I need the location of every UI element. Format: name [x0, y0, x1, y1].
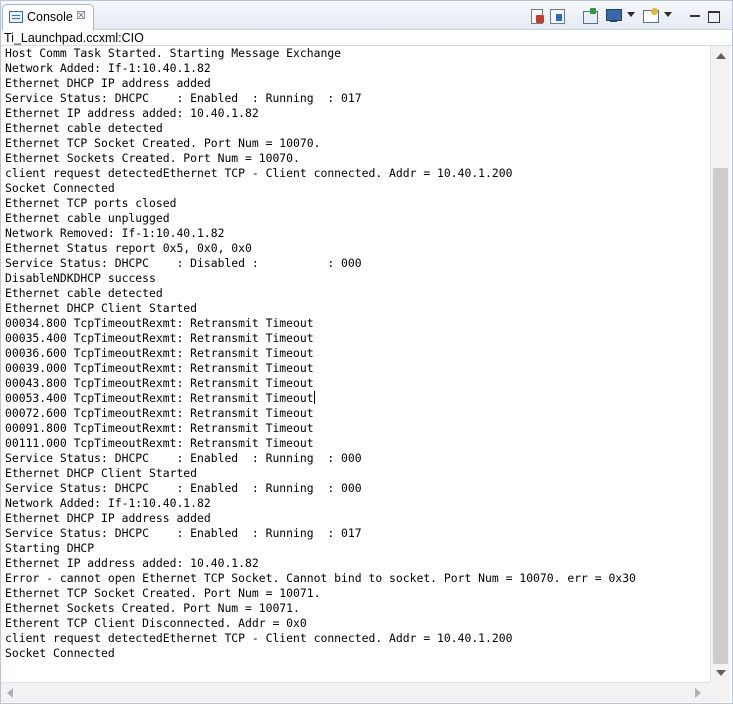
console-line: 00111.000 TcpTimeoutRexmt: Retransmit Ti…: [5, 436, 314, 450]
console-line: Ethernet Sockets Created. Port Num = 100…: [5, 151, 300, 165]
scroll-up-arrow-icon[interactable]: [716, 53, 726, 59]
console-line: Service Status: DHCPC : Enabled : Runnin…: [5, 91, 362, 105]
console-line: Host Comm Task Started. Starting Message…: [5, 46, 342, 60]
console-log[interactable]: Host Comm Task Started. Starting Message…: [5, 46, 636, 661]
maximize-icon[interactable]: [705, 7, 723, 25]
console-line: 00091.800 TcpTimeoutRexmt: Retransmit Ti…: [5, 421, 314, 435]
console-title-bar: Ti_Launchpad.ccxml:CIO: [1, 30, 732, 46]
horizontal-scrollbar[interactable]: [1, 682, 710, 702]
console-line: DisableNDKDHCP success: [5, 271, 156, 285]
open-console-icon[interactable]: [642, 7, 660, 25]
display-selected-console-icon[interactable]: [605, 7, 623, 25]
minimize-icon[interactable]: [687, 7, 705, 25]
console-line: Socket Connected: [5, 646, 115, 660]
console-view: Console ☒ Ti_Launchpad.ccxml:CIO Host Co…: [0, 0, 733, 704]
console-line: Etherent TCP Client Disconnected. Addr =…: [5, 616, 307, 630]
console-line: Ethernet TCP Socket Created. Port Num = …: [5, 136, 321, 150]
console-line: Ethernet Status report 0x5, 0x0, 0x0: [5, 241, 252, 255]
console-line: Ethernet cable detected: [5, 286, 163, 300]
console-line: client request detectedEthernet TCP - Cl…: [5, 631, 513, 645]
console-line: Error - cannot open Ethernet TCP Socket.…: [5, 571, 636, 585]
clear-console-icon[interactable]: [528, 7, 546, 25]
console-line: 00039.000 TcpTimeoutRexmt: Retransmit Ti…: [5, 361, 314, 375]
console-line: Service Status: DHCPC : Disabled : : 000: [5, 256, 362, 270]
console-line: Ethernet IP address added: 10.40.1.82: [5, 556, 259, 570]
console-line: 00036.600 TcpTimeoutRexmt: Retransmit Ti…: [5, 346, 314, 360]
console-line: 00035.400 TcpTimeoutRexmt: Retransmit Ti…: [5, 331, 314, 345]
console-line: 00072.600 TcpTimeoutRexmt: Retransmit Ti…: [5, 406, 314, 420]
console-line: Network Removed: If-1:10.40.1.82: [5, 226, 225, 240]
tab-console-label: Console: [27, 10, 73, 24]
console-line: Ethernet DHCP IP address added: [5, 76, 211, 90]
console-line: Network Added: If-1:10.40.1.82: [5, 61, 211, 75]
scroll-lock-icon[interactable]: [548, 7, 566, 25]
console-line: Service Status: DHCPC : Enabled : Runnin…: [5, 526, 362, 540]
console-output[interactable]: Host Comm Task Started. Starting Message…: [1, 46, 710, 682]
console-icon: [9, 11, 23, 23]
console-line: Ethernet DHCP Client Started: [5, 301, 198, 315]
console-line: 00053.400 TcpTimeoutRexmt: Retransmit Ti…: [5, 391, 315, 405]
console-line: Ethernet TCP Socket Created. Port Num = …: [5, 586, 321, 600]
text-cursor: [313, 391, 315, 404]
console-line: Service Status: DHCPC : Enabled : Runnin…: [5, 481, 362, 495]
console-line: Ethernet Sockets Created. Port Num = 100…: [5, 601, 300, 615]
chevron-down-icon[interactable]: [664, 12, 672, 17]
pin-console-icon[interactable]: [581, 7, 599, 25]
console-line: Service Status: DHCPC : Enabled : Runnin…: [5, 451, 362, 465]
console-line: Starting DHCP: [5, 541, 95, 555]
console-line: 00043.800 TcpTimeoutRexmt: Retransmit Ti…: [5, 376, 314, 390]
console-line: 00034.800 TcpTimeoutRexmt: Retransmit Ti…: [5, 316, 314, 330]
console-line: client request detectedEthernet TCP - Cl…: [5, 166, 513, 180]
console-line: Ethernet IP address added: 10.40.1.82: [5, 106, 259, 120]
vertical-scroll-thumb[interactable]: [713, 168, 728, 664]
scroll-down-arrow-icon[interactable]: [716, 670, 726, 676]
console-line: Socket Connected: [5, 181, 115, 195]
scroll-right-arrow-icon[interactable]: [695, 688, 701, 698]
tab-console[interactable]: Console ☒: [2, 4, 94, 30]
scroll-left-arrow-icon[interactable]: [7, 688, 13, 698]
console-line: Ethernet cable unplugged: [5, 211, 170, 225]
vertical-scrollbar[interactable]: [710, 46, 730, 682]
console-line: Ethernet DHCP IP address added: [5, 511, 211, 525]
console-line: Ethernet TCP ports closed: [5, 196, 177, 210]
tab-close-icon[interactable]: ☒: [76, 9, 86, 22]
console-title: Ti_Launchpad.ccxml:CIO: [4, 31, 144, 45]
console-line: Ethernet DHCP Client Started: [5, 466, 198, 480]
scrollbar-corner: [710, 682, 730, 702]
view-tab-bar: Console ☒: [1, 1, 732, 30]
chevron-down-icon[interactable]: [627, 12, 635, 17]
console-line: Ethernet cable detected: [5, 121, 163, 135]
console-line: Network Added: If-1:10.40.1.82: [5, 496, 211, 510]
